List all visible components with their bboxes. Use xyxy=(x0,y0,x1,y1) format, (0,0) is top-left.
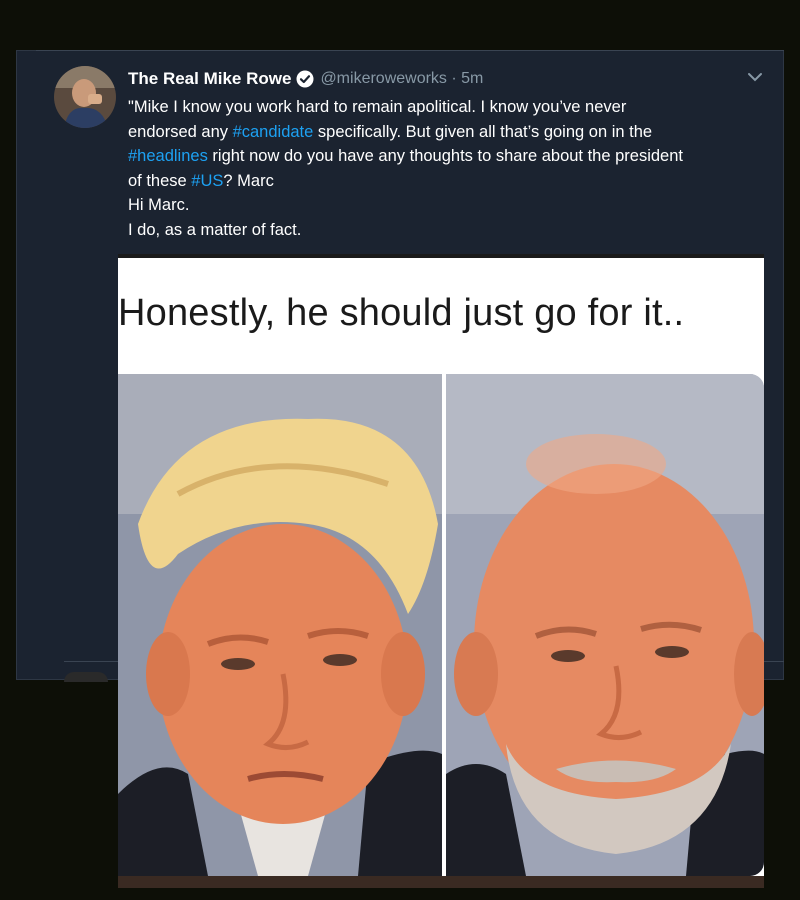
tweet-text-segment: right now do you have any thoughts to sh… xyxy=(207,147,683,165)
tweet-text-segment: specifically. But given all that’s going… xyxy=(313,122,653,141)
tweet-text-segment: of these xyxy=(128,171,192,190)
tweet-text-line: I do, as a matter of fact. xyxy=(128,218,778,243)
author-name[interactable]: The Real Mike Rowe xyxy=(128,69,291,89)
hashtag-link[interactable]: #headlines xyxy=(128,147,208,165)
tweet-header: The Real Mike Rowe @mikeroweworks · 5m xyxy=(128,67,483,91)
author-handle-time[interactable]: @mikeroweworks · 5m xyxy=(320,70,483,88)
author-avatar[interactable] xyxy=(54,66,116,128)
tweet-text-segment: Hi Marc. xyxy=(128,196,190,214)
chevron-down-icon[interactable] xyxy=(746,70,764,84)
face-photo-left xyxy=(118,374,442,876)
verified-badge-icon xyxy=(296,70,314,88)
tweet-text-segment: ? Marc xyxy=(223,171,274,190)
meme-caption: Honestly, he should just go for it.. xyxy=(118,292,685,334)
tweet-text-line: Hi Marc. xyxy=(128,193,778,218)
hashtag-link[interactable]: #US xyxy=(191,172,223,190)
image-border xyxy=(118,254,764,258)
image-border xyxy=(118,876,764,888)
tweet-text-segment: "Mike I know you work hard to remain apo… xyxy=(128,98,627,116)
tweet-media-image[interactable]: Honestly, he should just go for it.. xyxy=(118,254,764,888)
hashtag-link[interactable]: #candidate xyxy=(233,123,314,141)
face-photo-right xyxy=(446,374,764,876)
tweet-text-line: #headlines right now do you have any tho… xyxy=(128,144,778,169)
tweet-text-segment: endorsed any xyxy=(128,122,233,141)
next-tweet-avatar[interactable] xyxy=(64,672,108,682)
tweet-text-line: "Mike I know you work hard to remain apo… xyxy=(128,95,778,120)
tweet-text-line: of these #US? Marc xyxy=(128,169,778,194)
tweet-text-line: endorsed any #candidate specifically. Bu… xyxy=(128,120,778,145)
tweet-text: "Mike I know you work hard to remain apo… xyxy=(128,95,778,242)
tweet-text-segment: I do, as a matter of fact. xyxy=(128,220,302,239)
divider xyxy=(36,50,784,51)
